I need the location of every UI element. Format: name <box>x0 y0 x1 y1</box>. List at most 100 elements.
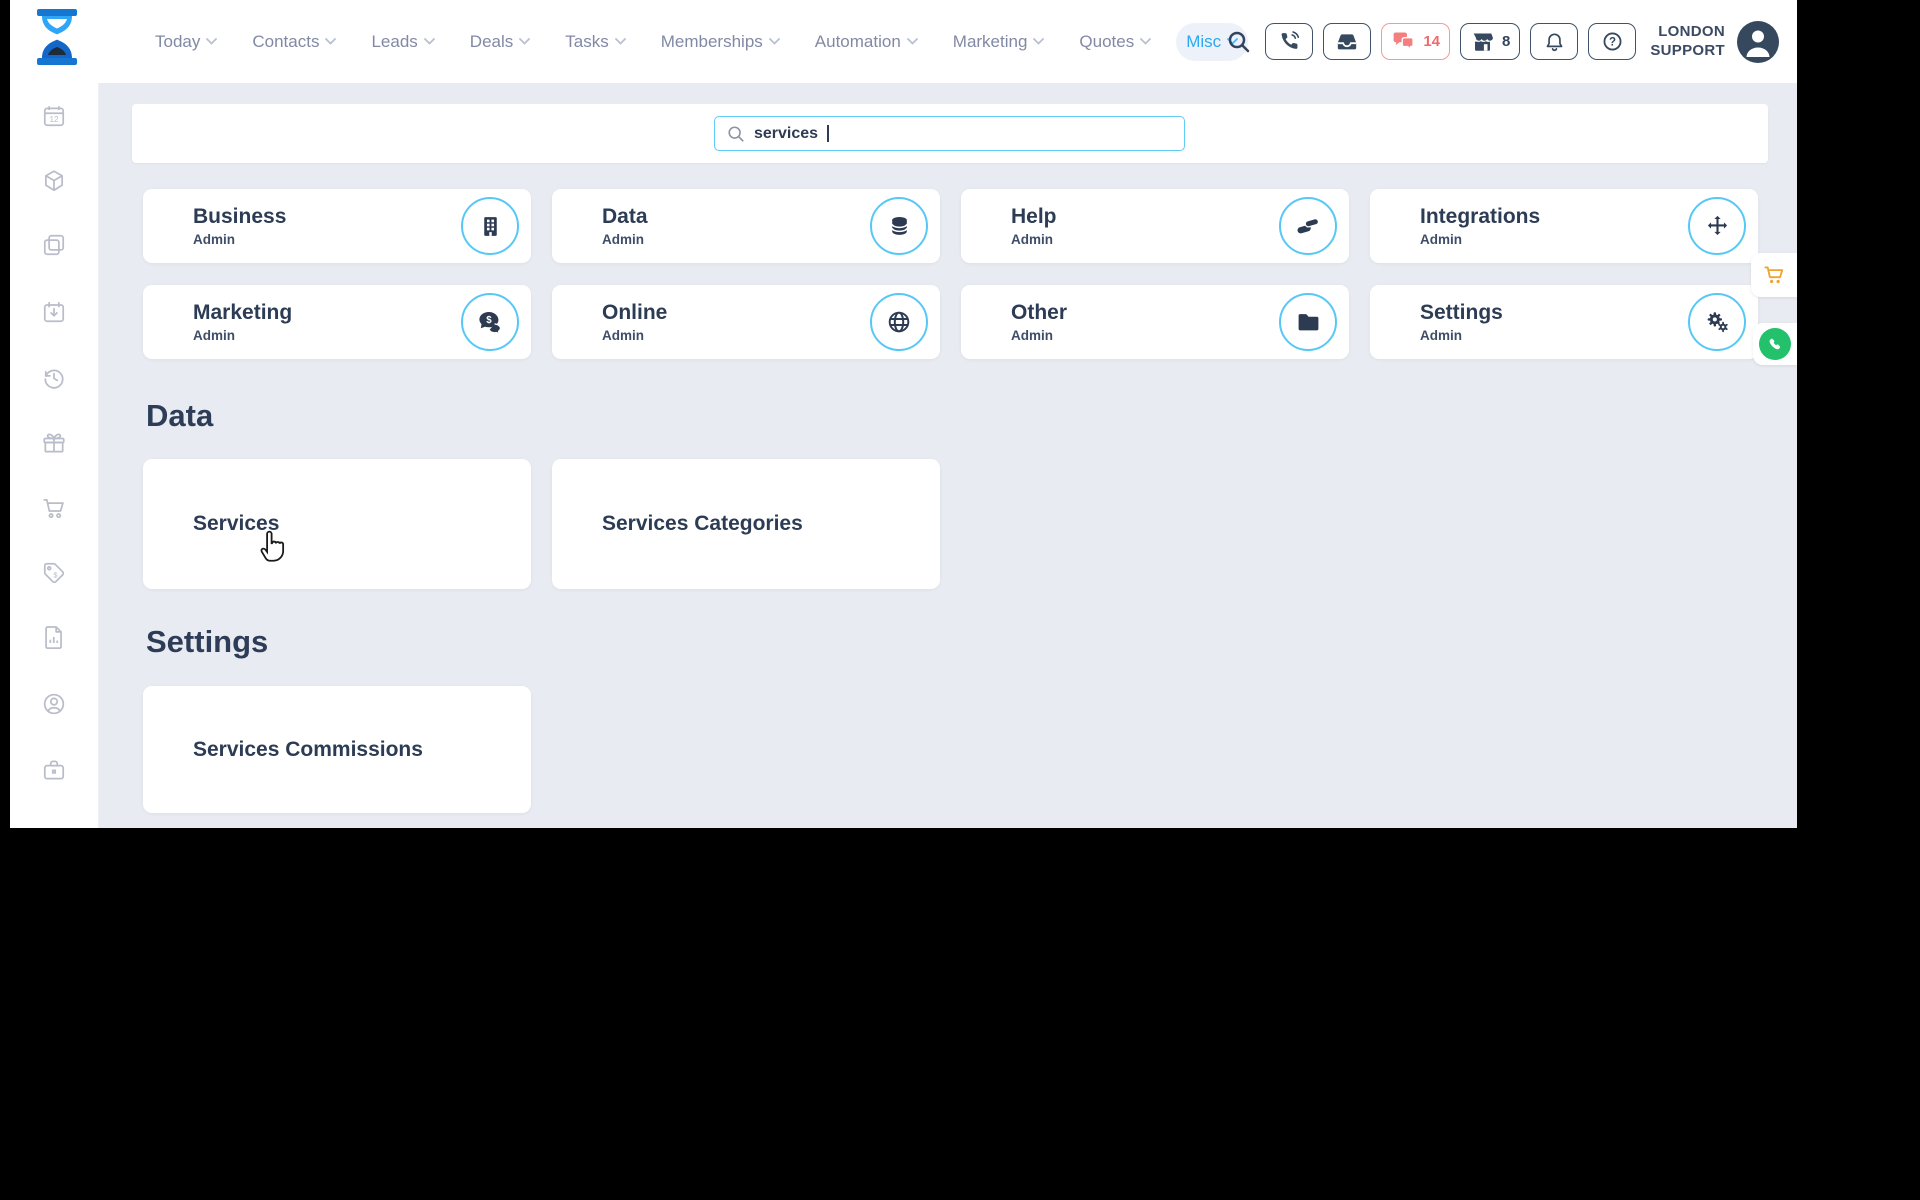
search-icon[interactable] <box>1227 30 1251 54</box>
user-circle-icon[interactable] <box>41 691 67 717</box>
nav-item-deals[interactable]: Deals <box>460 23 540 61</box>
database-icon <box>870 197 928 255</box>
nav-label: Quotes <box>1079 31 1135 51</box>
shopping-cart-icon[interactable] <box>41 495 67 521</box>
text-caret <box>827 125 829 142</box>
category-card-integrations[interactable]: Integrations Admin <box>1370 189 1758 263</box>
category-card-marketing[interactable]: Marketing Admin $ <box>143 285 531 359</box>
category-card-business[interactable]: Business Admin <box>143 189 531 263</box>
category-card-online[interactable]: Online Admin <box>552 285 940 359</box>
item-label: Services <box>193 512 280 535</box>
nav-label: Tasks <box>565 31 609 51</box>
search-value: services <box>754 124 819 142</box>
whatsapp-flyout-button[interactable] <box>1753 323 1797 365</box>
briefcase-icon[interactable] <box>41 757 67 783</box>
bell-icon <box>1546 32 1563 51</box>
chevron-down-icon <box>768 38 780 45</box>
cube-icon[interactable] <box>41 168 67 194</box>
user-icon <box>1746 30 1770 57</box>
nav-label: Memberships <box>660 31 763 51</box>
main-navigation: Today Contacts Leads Deals Tasks Members… <box>145 0 1319 83</box>
category-card-help[interactable]: Help Admin <box>961 189 1349 263</box>
nav-item-marketing[interactable]: Marketing <box>943 23 1055 61</box>
hourglass-logo-icon <box>37 9 77 65</box>
item-card-services-commissions[interactable]: Services Commissions <box>143 686 531 813</box>
nav-item-contacts[interactable]: Contacts <box>242 23 346 61</box>
chevron-down-icon <box>1033 38 1045 45</box>
clone-icon[interactable] <box>41 232 67 258</box>
inbox-tray-icon <box>1338 33 1357 49</box>
gears-icon <box>1688 293 1746 351</box>
inbox-button[interactable] <box>1323 23 1372 60</box>
settings-section-items: Services Commissions <box>143 686 531 813</box>
svg-text:?: ? <box>1609 37 1616 49</box>
user-name-line1: LONDON <box>1658 22 1725 40</box>
phone-button[interactable] <box>1265 23 1314 60</box>
nav-label: Leads <box>371 31 418 51</box>
whatsapp-icon <box>1759 328 1791 360</box>
svg-text:$: $ <box>486 315 492 326</box>
search-icon <box>728 125 744 142</box>
nav-label: Today <box>155 31 201 51</box>
avatar[interactable] <box>1737 20 1779 63</box>
user-name: LONDON SUPPORT <box>1650 23 1725 61</box>
app-logo[interactable] <box>34 7 80 72</box>
nav-item-memberships[interactable]: Memberships <box>651 23 790 61</box>
storefront-icon <box>1473 33 1493 51</box>
calendar-import-icon[interactable] <box>41 299 67 325</box>
cart-icon <box>1764 266 1784 284</box>
building-icon <box>461 197 519 255</box>
history-icon[interactable] <box>41 365 67 391</box>
nav-label: Misc <box>1186 31 1222 51</box>
item-label: Services Commissions <box>193 737 423 761</box>
nav-item-quotes[interactable]: Quotes <box>1069 23 1161 61</box>
notifications-button[interactable] <box>1530 23 1579 60</box>
left-sidebar: 12 $ <box>10 83 99 828</box>
nav-label: Deals <box>469 31 514 51</box>
svg-text:12: 12 <box>49 115 59 124</box>
chevron-down-icon <box>614 38 626 45</box>
item-card-services[interactable]: Services <box>143 459 531 589</box>
section-heading-data: Data <box>146 398 214 433</box>
calendar-date-icon[interactable]: 12 <box>41 103 67 129</box>
folder-icon <box>1279 293 1337 351</box>
nav-item-today[interactable]: Today <box>145 23 227 61</box>
chat-count-badge: 14 <box>1423 33 1441 50</box>
nav-item-tasks[interactable]: Tasks <box>555 23 635 61</box>
item-label: Services Categories <box>602 512 803 535</box>
data-section-items: Services Services Categories <box>143 459 940 589</box>
chat-button[interactable]: 14 <box>1381 23 1451 60</box>
search-input[interactable]: services <box>714 116 1185 151</box>
category-card-other[interactable]: Other Admin <box>961 285 1349 359</box>
store-button[interactable]: 8 <box>1460 23 1521 60</box>
item-card-services-categories[interactable]: Services Categories <box>552 459 940 589</box>
screen: Today Contacts Leads Deals Tasks Members… <box>0 0 1920 1200</box>
gift-icon[interactable] <box>41 430 67 456</box>
header-actions: 14 8 ? LONDON SUPPORT <box>1227 0 1779 83</box>
cart-flyout-button[interactable] <box>1751 253 1797 297</box>
globe-icon <box>870 293 928 351</box>
phone-volume-icon <box>1281 31 1299 49</box>
category-grid: Business Admin Data Admin Help Admin Int… <box>143 189 1758 359</box>
chevron-down-icon <box>906 38 918 45</box>
app-window: Today Contacts Leads Deals Tasks Members… <box>10 0 1797 828</box>
handshake-icon <box>1279 197 1337 255</box>
help-button[interactable]: ? <box>1588 23 1637 60</box>
comment-dollar-icon: $ <box>461 293 519 351</box>
top-header: Today Contacts Leads Deals Tasks Members… <box>10 0 1797 83</box>
chevron-down-icon <box>325 38 337 45</box>
question-circle-icon: ? <box>1603 32 1622 51</box>
chevron-down-icon <box>423 38 435 45</box>
price-tag-icon[interactable]: $ <box>41 560 67 586</box>
chevron-down-icon <box>206 38 218 45</box>
arrows-move-icon <box>1688 197 1746 255</box>
chat-bubbles-icon <box>1393 32 1415 51</box>
nav-item-automation[interactable]: Automation <box>805 23 928 61</box>
report-document-icon[interactable] <box>41 624 67 650</box>
user-name-line2: SUPPORT <box>1650 41 1725 59</box>
category-card-data[interactable]: Data Admin <box>552 189 940 263</box>
section-heading-settings: Settings <box>146 624 269 659</box>
nav-label: Contacts <box>252 31 320 51</box>
category-card-settings[interactable]: Settings Admin <box>1370 285 1758 359</box>
nav-item-leads[interactable]: Leads <box>361 23 444 61</box>
